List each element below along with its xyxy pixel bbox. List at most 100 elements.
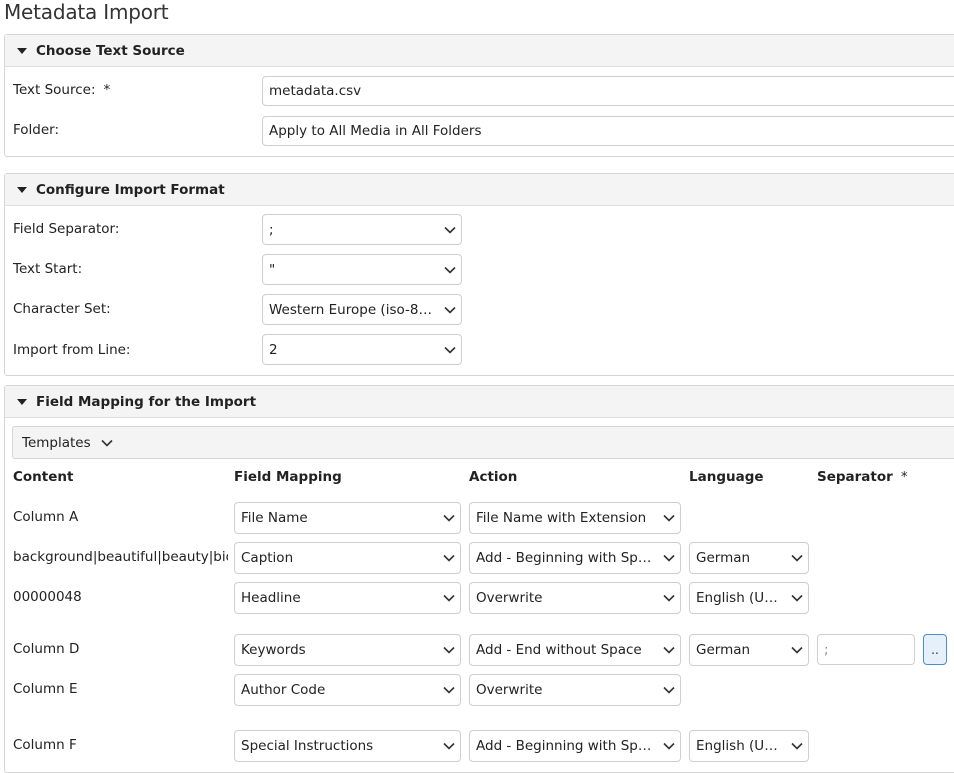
row-content: Column A (13, 509, 79, 525)
separator-input[interactable]: ; (817, 634, 915, 665)
field-mapping-panel-header[interactable]: Field Mapping for the Import (5, 386, 954, 418)
templates-label: Templates (22, 434, 91, 451)
language-select[interactable]: German (689, 542, 809, 574)
row-content: 00000048 (13, 589, 82, 605)
action-select[interactable]: Add - End without Space (469, 634, 681, 666)
required-mark: * (103, 82, 111, 98)
chevron-down-icon (658, 635, 680, 665)
field-mapping-value: Keywords (241, 642, 306, 658)
chevron-down-icon (438, 543, 460, 573)
chevron-down-icon (438, 675, 460, 705)
charset-value: Western Europe (iso-8859-1) (269, 301, 439, 318)
required-mark: * (900, 469, 908, 485)
chevron-down-icon (439, 215, 461, 244)
separator-value: ; (824, 641, 829, 658)
chevron-down-icon (786, 583, 808, 613)
chevron-down-icon (438, 635, 460, 665)
column-header-action: Action (469, 469, 518, 485)
chevron-down-icon (786, 543, 808, 573)
language-value: English (USA) (696, 590, 786, 606)
action-select[interactable]: Add - Beginning with Space (469, 542, 681, 574)
separator-picker-label: .. (931, 642, 939, 657)
field-mapping-panel-title: Field Mapping for the Import (36, 393, 257, 410)
row-content: Column F (13, 737, 77, 753)
import-line-label: Import from Line: (13, 342, 131, 358)
field-separator-label: Field Separator: (13, 221, 120, 237)
chevron-down-icon (658, 543, 680, 573)
language-select[interactable]: German (689, 634, 809, 666)
action-select[interactable]: Add - Beginning with Space (469, 730, 681, 762)
text-source-panel-header[interactable]: Choose Text Source (5, 35, 954, 67)
templates-dropdown[interactable]: Templates (12, 426, 954, 459)
chevron-down-icon (438, 731, 460, 761)
chevron-down-icon (438, 503, 460, 533)
caret-down-icon[interactable] (17, 187, 27, 193)
import-line-select[interactable]: 2 (262, 334, 462, 365)
field-separator-select[interactable]: ; (262, 214, 462, 245)
column-header-content: Content (13, 469, 74, 485)
field-mapping-select[interactable]: Author Code (234, 674, 461, 706)
folder-label: Folder: (13, 122, 60, 138)
column-header-separator-text: Separator (817, 469, 893, 485)
page-title: Metadata Import (4, 0, 169, 24)
chevron-down-icon (101, 439, 113, 447)
chevron-down-icon (786, 635, 808, 665)
field-mapping-value: File Name (241, 510, 308, 526)
field-mapping-value: Headline (241, 590, 301, 606)
field-mapping-value: Special Instructions (241, 738, 374, 754)
field-mapping-value: Caption (241, 550, 294, 566)
field-mapping-select[interactable]: Headline (234, 582, 461, 614)
folder-value: Apply to All Media in All Folders (269, 123, 482, 139)
text-source-label-text: Text Source: (13, 82, 96, 98)
charset-label: Character Set: (13, 301, 111, 317)
folder-field[interactable]: Apply to All Media in All Folders (262, 116, 954, 146)
row-content: Column D (13, 641, 80, 657)
action-value: Overwrite (476, 590, 543, 606)
action-value: Add - Beginning with Space (476, 550, 658, 566)
text-start-value: " (269, 261, 276, 278)
text-source-field[interactable]: metadata.csv (262, 76, 954, 106)
chevron-down-icon (438, 583, 460, 613)
caret-down-icon[interactable] (17, 48, 27, 54)
action-select[interactable]: Overwrite (469, 582, 681, 614)
language-value: German (696, 642, 751, 658)
text-source-value: metadata.csv (269, 83, 362, 99)
row-content: Column E (13, 681, 78, 697)
language-select[interactable]: English (USA) (689, 730, 809, 762)
field-mapping-select[interactable]: File Name (234, 502, 461, 534)
action-select[interactable]: File Name with Extension (469, 502, 681, 534)
chevron-down-icon (658, 503, 680, 533)
language-value: English (USA) (696, 738, 786, 754)
import-format-panel: Configure Import Format (4, 173, 954, 376)
column-header-field-mapping: Field Mapping (234, 469, 342, 485)
chevron-down-icon (658, 731, 680, 761)
text-start-label: Text Start: (13, 261, 83, 277)
action-value: Add - End without Space (476, 642, 642, 658)
column-header-separator: Separator * (817, 469, 908, 485)
chevron-down-icon (658, 675, 680, 705)
text-source-label: Text Source: * (13, 82, 110, 98)
column-header-language: Language (689, 469, 764, 485)
import-line-value: 2 (269, 341, 278, 358)
action-value: Add - Beginning with Space (476, 738, 658, 754)
separator-picker-button[interactable]: .. (923, 634, 947, 665)
field-mapping-select[interactable]: Caption (234, 542, 461, 574)
charset-select[interactable]: Western Europe (iso-8859-1) (262, 294, 462, 325)
chevron-down-icon (439, 255, 461, 284)
field-mapping-select[interactable]: Special Instructions (234, 730, 461, 762)
text-source-panel-title: Choose Text Source (36, 42, 185, 59)
field-mapping-select[interactable]: Keywords (234, 634, 461, 666)
field-separator-value: ; (269, 221, 274, 238)
chevron-down-icon (658, 583, 680, 613)
action-select[interactable]: Overwrite (469, 674, 681, 706)
action-value: File Name with Extension (476, 510, 647, 526)
text-start-select[interactable]: " (262, 254, 462, 285)
caret-down-icon[interactable] (17, 399, 27, 405)
import-format-panel-title: Configure Import Format (36, 181, 225, 198)
language-value: German (696, 550, 751, 566)
chevron-down-icon (439, 295, 461, 324)
row-content: background|beautiful|beauty|biology|blos… (13, 549, 228, 565)
language-select[interactable]: English (USA) (689, 582, 809, 614)
chevron-down-icon (786, 731, 808, 761)
import-format-panel-header[interactable]: Configure Import Format (5, 174, 954, 206)
